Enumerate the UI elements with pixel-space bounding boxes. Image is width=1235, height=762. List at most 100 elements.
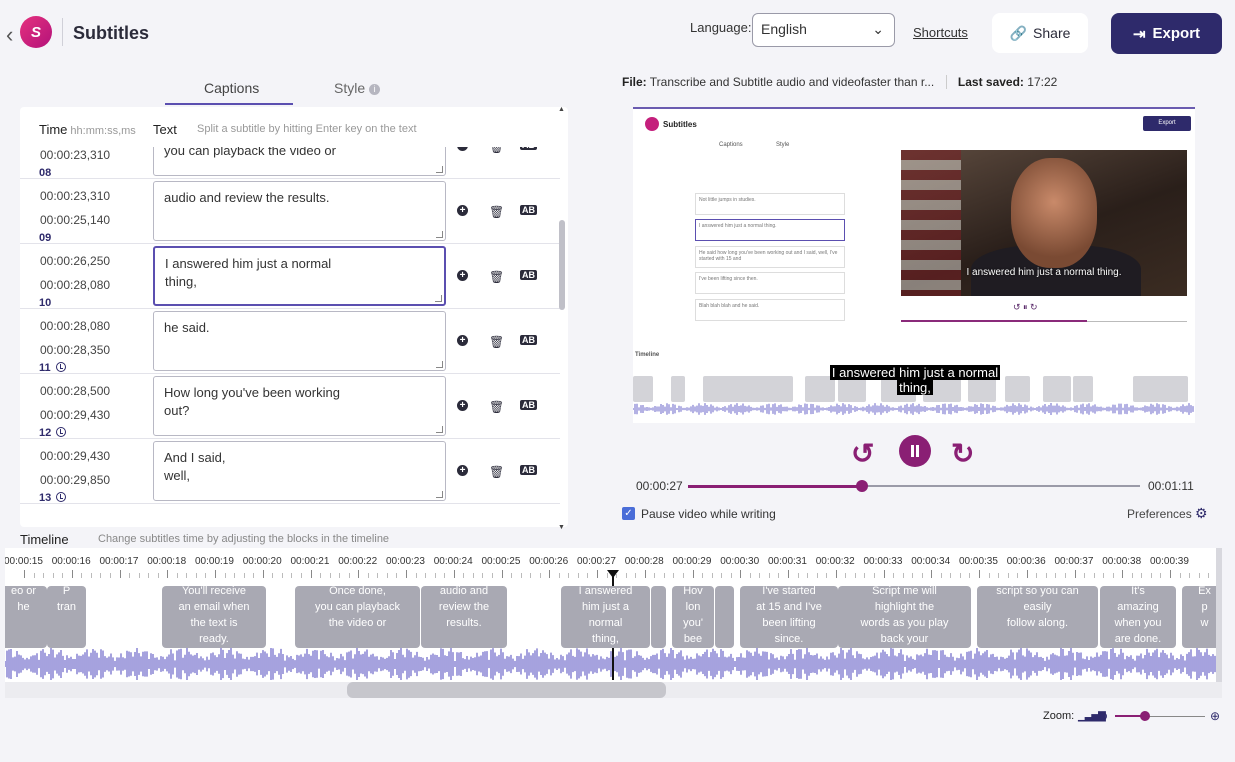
end-time[interactable]: 00:00:23,310 [40, 148, 110, 162]
subtitle-block[interactable]: I answered him just a normal thing, [561, 586, 650, 648]
add-icon[interactable]: + [457, 335, 468, 346]
split-icon[interactable]: AB [520, 465, 537, 475]
trash-icon[interactable]: 🗑 [489, 270, 504, 284]
timeline-tick [253, 573, 255, 578]
clock-icon [56, 427, 67, 437]
scroll-up-icon[interactable]: ▲ [558, 106, 565, 113]
subtitle-block[interactable]: script so you can easily follow along. [977, 586, 1098, 648]
start-time[interactable]: 00:00:26,250 [40, 254, 110, 268]
end-time[interactable]: 00:00:28,080 [40, 278, 110, 292]
subtitle-block-text: audio and review the results. [438, 586, 490, 629]
timeline-tick [587, 573, 589, 578]
subtitle-block-text: You'll receive an email when the text is… [178, 586, 250, 645]
timeline-tick [262, 570, 264, 578]
share-button[interactable]: 🔗 Share [992, 13, 1088, 53]
end-time[interactable]: 00:00:29,850 [40, 473, 110, 487]
trash-icon[interactable]: 🗑 [489, 205, 504, 219]
add-icon[interactable]: + [457, 465, 468, 476]
timeline-tick [577, 573, 579, 578]
subtitle-block[interactable]: Once done, you can playback the video or [295, 586, 420, 648]
caption-text-field[interactable]: audio and review the results. [153, 181, 446, 241]
shortcuts-link[interactable]: Shortcuts [913, 25, 968, 40]
caption-text-field[interactable]: he said. [153, 311, 446, 371]
split-icon[interactable]: AB [520, 335, 537, 345]
scroll-down-icon[interactable]: ▼ [558, 524, 565, 531]
subtitle-block[interactable]: eo or he [5, 586, 47, 648]
timeline-tick [453, 570, 455, 578]
progress-fill [688, 484, 863, 488]
caption-text-field[interactable]: And I said, well, [153, 441, 446, 501]
subtitle-block[interactable] [715, 586, 734, 648]
trash-icon[interactable]: 🗑 [489, 400, 504, 414]
trash-icon[interactable]: 🗑 [489, 335, 504, 349]
timeline-tick [520, 573, 522, 578]
forward-icon[interactable]: ↻ [951, 437, 974, 470]
zoom-out-icon[interactable]: ⊖ [1098, 709, 1108, 723]
timeline-tick [1170, 570, 1171, 578]
split-icon[interactable]: AB [520, 205, 537, 215]
caption-text-field[interactable]: How long you've been working out? [153, 376, 446, 436]
end-time[interactable]: 00:00:29,430 [40, 408, 110, 422]
timeline-tick [873, 573, 875, 578]
gear-icon[interactable]: ⚙ [1195, 505, 1208, 522]
caption-editor: Time hh:mm:ss,ms Text Split a subtitle by… [20, 107, 568, 527]
export-button[interactable]: ⇥ Export [1111, 13, 1222, 54]
subtitle-block[interactable]: You'll receive an email when the text is… [162, 586, 266, 648]
tab-captions[interactable]: Captions [204, 80, 259, 96]
subtitle-block[interactable] [651, 586, 666, 648]
pause-button[interactable] [899, 435, 931, 467]
caption-row: 00:00:26,250 00:00:28,080 10 I answered him… [20, 244, 560, 309]
start-time[interactable]: 00:00:23,310 [40, 189, 110, 203]
timeline-tick [807, 573, 809, 578]
mini-controls: ↺ ⏸ ↻ [1013, 302, 1038, 312]
row-number: 10 [39, 297, 52, 309]
split-icon[interactable]: AB [520, 147, 537, 150]
caption-row: 00:00:28,080 00:00:28,350 11 he said. + 🗑 AB [20, 309, 560, 374]
rewind-icon[interactable]: ↺ [851, 437, 874, 470]
start-time[interactable]: 00:00:29,430 [40, 449, 110, 463]
subtitle-block[interactable]: I've started at 15 and I've been lifting… [740, 586, 838, 648]
progress-knob[interactable] [856, 480, 869, 492]
add-icon[interactable]: + [457, 270, 468, 281]
preferences-label[interactable]: Preferences [1127, 507, 1192, 521]
add-icon[interactable]: + [457, 400, 468, 411]
add-icon[interactable]: + [457, 205, 468, 216]
split-icon[interactable]: AB [520, 270, 537, 280]
subtitle-block[interactable]: audio and review the results. [421, 586, 507, 648]
subtitle-block[interactable]: It's amazing when you are done. [1100, 586, 1176, 648]
back-chevron-icon[interactable]: ‹ [6, 22, 13, 48]
timeline-tick [358, 570, 360, 578]
zoom-in-icon[interactable]: ⊕ [1210, 709, 1220, 723]
subtitle-block[interactable]: Script me will highlight the words as yo… [838, 586, 971, 648]
trash-icon[interactable]: 🗑 [489, 465, 504, 479]
timeline-tick [491, 573, 493, 578]
timeline-scroll-thumb[interactable] [347, 682, 666, 698]
start-time[interactable]: 00:00:28,080 [40, 319, 110, 333]
split-icon[interactable]: AB [520, 400, 537, 410]
caption-text-field[interactable]: Once done, you can playback the video or [153, 147, 446, 176]
trash-icon[interactable]: 🗑 [489, 147, 504, 154]
timeline-tick-label: 00:00:24 [433, 556, 473, 567]
progress-bar[interactable] [688, 480, 1140, 492]
pause-while-writing-checkbox[interactable]: ✓ [622, 507, 635, 520]
zoom-slider[interactable] [1115, 711, 1205, 721]
scrollbar-thumb[interactable] [559, 220, 565, 310]
end-time[interactable]: 00:00:28,350 [40, 343, 110, 357]
add-icon[interactable]: + [457, 147, 468, 151]
language-select[interactable]: English ⌄ [752, 13, 895, 47]
timeline-tick [1055, 573, 1057, 578]
timeline-tick [1093, 573, 1095, 578]
caption-text-field[interactable]: I answered him just a normal thing, [153, 246, 446, 306]
zoom-slider-knob[interactable] [1139, 711, 1150, 721]
timeline[interactable]: 00:00:15 00:00:16 00:00:17 00:00:18 00:00:19… [5, 548, 1222, 682]
subtitle-block[interactable]: Hov lon you' bee [672, 586, 714, 648]
caption-scrollbar[interactable]: ▲ ▼ [558, 106, 566, 531]
end-time[interactable]: 00:00:25,140 [40, 213, 110, 227]
timeline-tick [234, 573, 236, 578]
start-time[interactable]: 00:00:28,500 [40, 384, 110, 398]
timeline-tick [329, 573, 331, 578]
text-column-hint: Split a subtitle by hitting Enter key on… [197, 123, 417, 135]
subtitle-block[interactable]: P tran [47, 586, 86, 648]
timeline-tick [243, 573, 245, 578]
tab-style[interactable]: Style i [334, 80, 381, 96]
